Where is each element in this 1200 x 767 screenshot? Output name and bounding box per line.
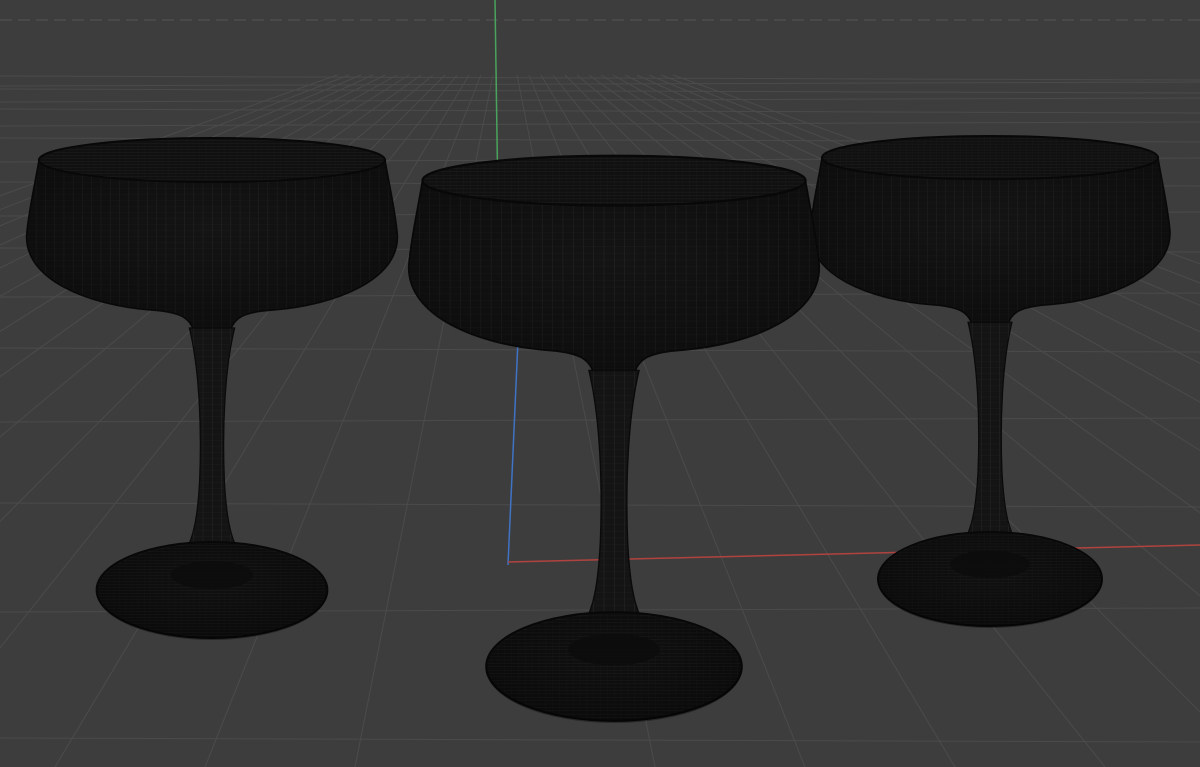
3d-viewport[interactable] [0,0,1200,767]
viewport-canvas[interactable] [0,0,1200,767]
